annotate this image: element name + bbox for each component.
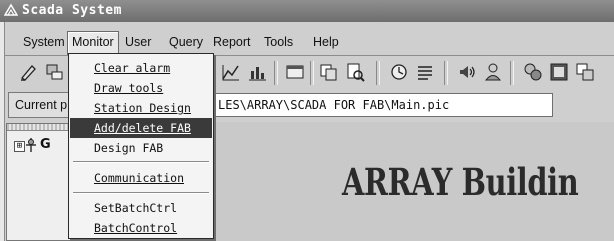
menu-item-label: Clear alarm [94, 61, 171, 75]
menu-item-add-delete-fab[interactable]: Add/delete FAB [70, 118, 212, 138]
window-title: Scada System [22, 3, 122, 18]
monitor-menu: Clear alarm Draw tools Station Design Ad… [68, 53, 214, 239]
app-icon [4, 3, 18, 16]
window-icon[interactable] [284, 61, 306, 83]
tree-root-label[interactable]: G [40, 137, 51, 152]
menu-item-design-fab[interactable]: Design FAB [70, 138, 212, 158]
toolbar-separator [510, 61, 514, 85]
menu-item-label: Station Design [94, 101, 191, 115]
menu-item-clear-alarm[interactable]: Clear alarm [70, 58, 212, 78]
menu-item-station-design[interactable]: Station Design [70, 98, 212, 118]
user-icon[interactable] [482, 61, 504, 83]
menu-item-label: Draw tools [94, 81, 164, 95]
menu-query[interactable]: Query [165, 31, 207, 53]
toolbar-separator [310, 61, 314, 85]
menu-bar: System Monitor User Query Report Tools H… [5, 31, 614, 55]
menu-item-draw-tools[interactable]: Draw tools [70, 78, 212, 98]
copy-icon[interactable] [318, 61, 340, 83]
toolbar-separator [274, 61, 278, 85]
bar-chart-icon[interactable] [246, 61, 268, 83]
list-icon[interactable] [414, 61, 436, 83]
menu-item-batch-control[interactable]: BatchControl [70, 218, 212, 238]
pen-icon[interactable] [18, 61, 40, 83]
menu-item-label: Add/delete FAB [94, 121, 191, 135]
canvas-title: ARRAY Buildin [342, 160, 579, 204]
menu-system[interactable]: System [19, 31, 69, 53]
menu-separator [73, 192, 209, 194]
tree-node-icon [26, 138, 36, 152]
chart-icon[interactable] [220, 61, 242, 83]
menu-help[interactable]: Help [309, 31, 343, 53]
windows-icon[interactable] [574, 61, 596, 83]
menu-item-label: SetBatchCtrl [94, 201, 178, 215]
network-icon[interactable] [522, 61, 544, 83]
print-preview-icon[interactable] [344, 61, 366, 83]
station-icon[interactable] [44, 61, 66, 83]
menu-report[interactable]: Report [209, 31, 255, 53]
menu-separator [73, 161, 209, 163]
menu-item-set-batch-ctrl[interactable]: SetBatchCtrl [70, 198, 212, 218]
menu-monitor[interactable]: Monitor [67, 31, 119, 55]
toolbar-separator [444, 61, 448, 85]
menu-item-communication[interactable]: Communication [70, 168, 212, 188]
clock-icon[interactable] [388, 61, 410, 83]
menu-user[interactable]: User [121, 31, 155, 53]
title-bar: Scada System [0, 0, 614, 22]
current-page-path-field[interactable]: LES\ARRAY\SCADA FOR FAB\Main.pic [214, 93, 553, 117]
menu-item-label: Communication [94, 171, 185, 185]
sound-icon[interactable] [456, 61, 478, 83]
screen-icon[interactable] [548, 61, 570, 83]
menu-item-label: Design FAB [94, 141, 164, 155]
toolbar-separator [376, 61, 380, 85]
menu-tools[interactable]: Tools [260, 31, 297, 53]
menu-item-label: BatchControl [94, 221, 178, 235]
